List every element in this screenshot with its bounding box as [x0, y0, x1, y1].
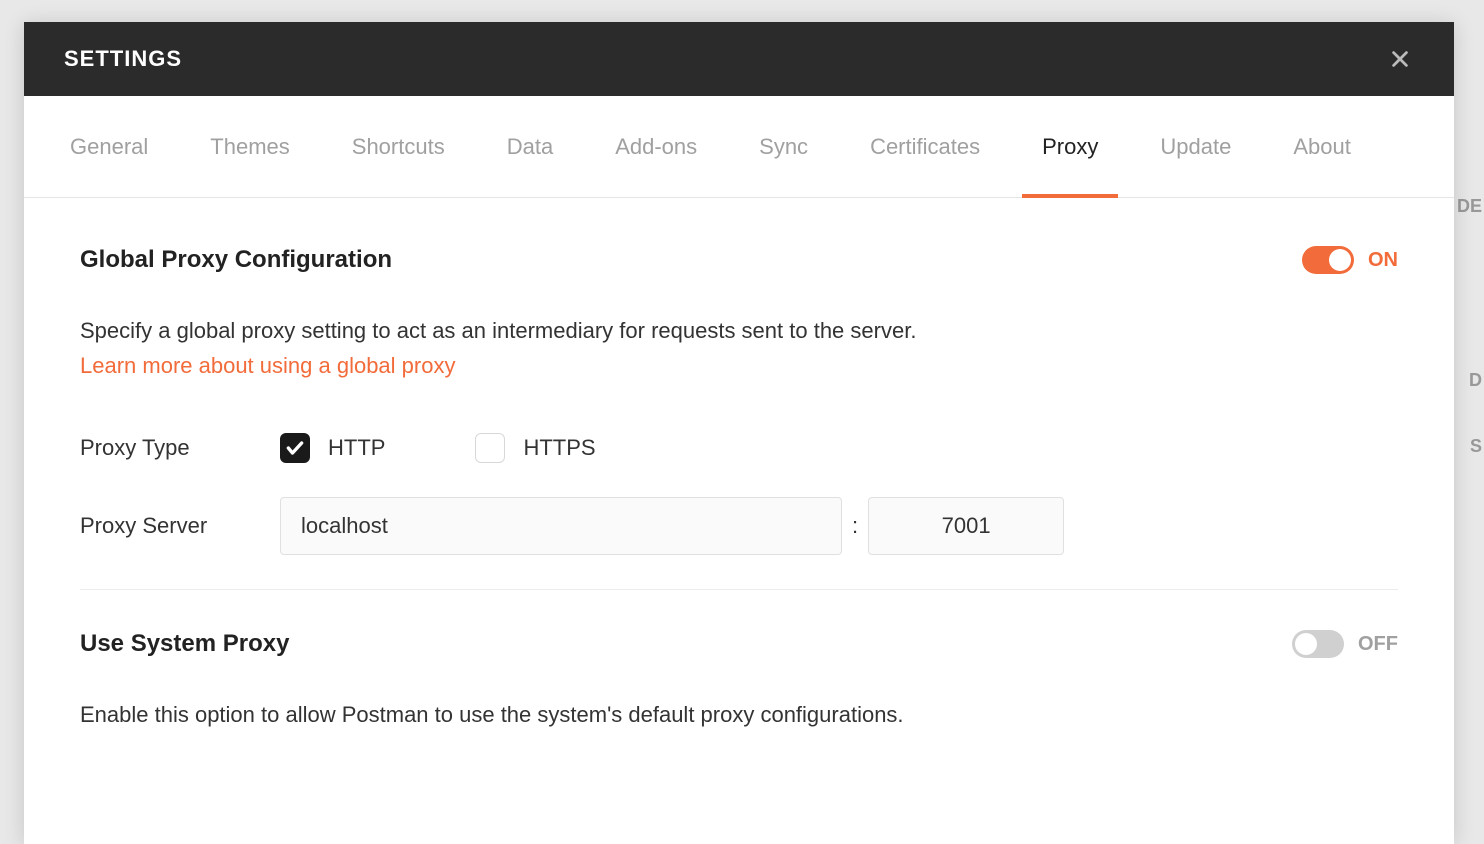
global-proxy-title: Global Proxy Configuration [80, 246, 392, 274]
close-icon[interactable] [1386, 45, 1414, 73]
tab-about[interactable]: About [1291, 96, 1353, 197]
https-checkbox-item: HTTPS [475, 433, 595, 463]
https-checkbox-label: HTTPS [523, 435, 595, 461]
https-checkbox[interactable] [475, 433, 505, 463]
system-proxy-description: Enable this option to allow Postman to u… [80, 696, 1398, 733]
toggle-knob [1295, 633, 1317, 655]
content-area: Global Proxy Configuration ON Specify a … [24, 198, 1454, 844]
http-checkbox[interactable] [280, 433, 310, 463]
proxy-type-row: Proxy Type HTTP HTTPS [80, 433, 1398, 463]
learn-more-link[interactable]: Learn more about using a global proxy [80, 353, 455, 379]
tab-general[interactable]: General [68, 96, 150, 197]
global-proxy-toggle[interactable] [1302, 246, 1354, 274]
system-proxy-toggle-wrap: OFF [1292, 630, 1398, 658]
settings-modal: SETTINGS General Themes Shortcuts Data A… [24, 22, 1454, 844]
system-proxy-toggle[interactable] [1292, 630, 1344, 658]
tab-themes[interactable]: Themes [208, 96, 291, 197]
modal-header: SETTINGS [24, 22, 1454, 96]
server-inputs: : [280, 497, 1064, 555]
toggle-knob [1329, 249, 1351, 271]
proxy-type-label: Proxy Type [80, 435, 280, 461]
tab-shortcuts[interactable]: Shortcuts [350, 96, 447, 197]
global-proxy-header: Global Proxy Configuration ON [80, 246, 1398, 274]
section-divider [80, 589, 1398, 590]
system-proxy-header: Use System Proxy OFF [80, 630, 1398, 658]
tab-data[interactable]: Data [505, 96, 555, 197]
proxy-server-row: Proxy Server : [80, 497, 1398, 555]
proxy-server-label: Proxy Server [80, 513, 280, 539]
global-proxy-toggle-wrap: ON [1302, 246, 1398, 274]
tab-sync[interactable]: Sync [757, 96, 810, 197]
tab-proxy[interactable]: Proxy [1040, 96, 1100, 197]
proxy-host-input[interactable] [280, 497, 842, 555]
colon-separator: : [852, 513, 858, 539]
modal-title: SETTINGS [64, 46, 182, 72]
tab-update[interactable]: Update [1158, 96, 1233, 197]
tab-certificates[interactable]: Certificates [868, 96, 982, 197]
global-proxy-description: Specify a global proxy setting to act as… [80, 312, 1398, 349]
tabs-bar: General Themes Shortcuts Data Add-ons Sy… [24, 96, 1454, 198]
http-checkbox-label: HTTP [328, 435, 385, 461]
tab-addons[interactable]: Add-ons [613, 96, 699, 197]
proxy-type-checkbox-group: HTTP HTTPS [280, 433, 596, 463]
global-proxy-toggle-label: ON [1368, 249, 1398, 272]
system-proxy-title: Use System Proxy [80, 630, 289, 658]
http-checkbox-item: HTTP [280, 433, 385, 463]
system-proxy-toggle-label: OFF [1358, 633, 1398, 656]
proxy-port-input[interactable] [868, 497, 1064, 555]
